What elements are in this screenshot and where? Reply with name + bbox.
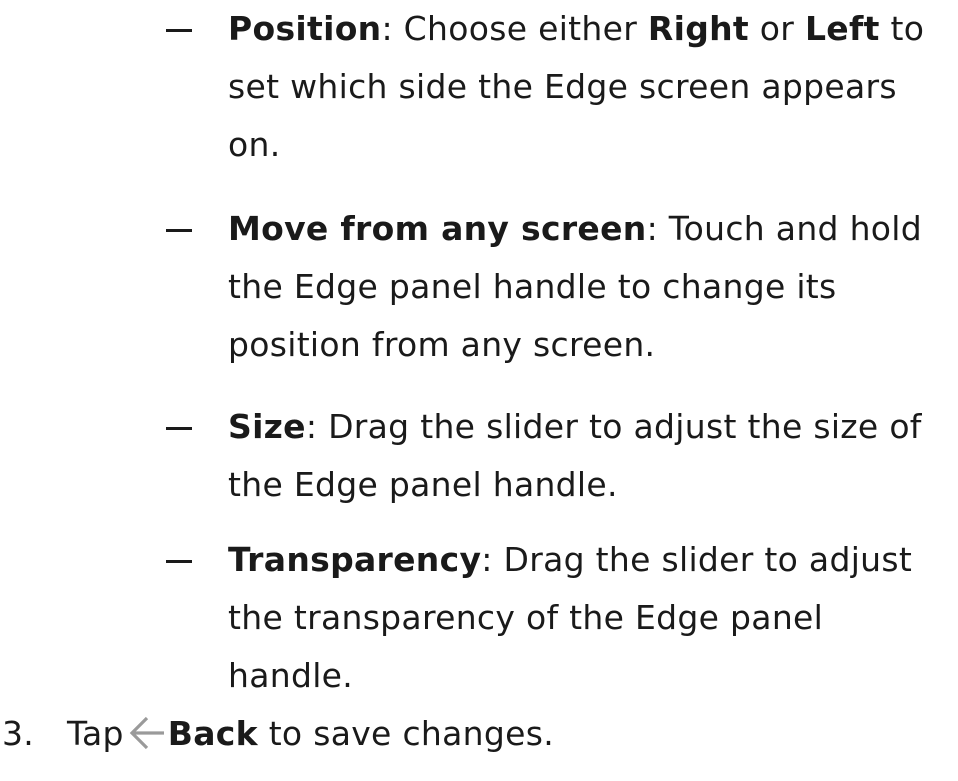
list-item-position: Position: Choose either Right or Left to… [160,0,950,174]
item-text: Position: Choose either Right or Left to… [228,0,950,174]
tap-word: Tap [67,714,124,753]
separator: : [481,540,493,579]
document-page: Position: Choose either Right or Left to… [0,0,958,781]
list-item-transparency: Transparency: Drag the slider to adjust … [160,531,950,705]
item-text: Transparency: Drag the slider to adjust … [228,531,950,705]
list-item-move-from-any-screen: Move from any screen: Touch and hold the… [160,200,950,374]
back-label: Back [167,714,258,753]
item-text: Size: Drag the slider to adjust the size… [228,398,950,514]
separator: : [305,407,318,446]
text-segment: to save changes. [257,714,554,753]
list-item-size: Size: Drag the slider to adjust the size… [160,398,950,514]
step-text: Tap Back to save changes. [67,705,554,763]
option-right: Right [647,9,750,48]
text-segment: Drag the slider to adjust the size of th… [228,407,922,504]
text-segment: Choose either [392,9,648,48]
term-transparency: Transparency [228,540,482,579]
item-text: Move from any screen: Touch and hold the… [228,200,950,374]
option-left: Left [804,9,880,48]
step-number: 3. [2,714,35,753]
separator: : [646,209,658,248]
term-position: Position [228,9,382,48]
back-arrow-icon [128,711,166,750]
separator: : [381,9,393,48]
term-size: Size [228,407,306,446]
term-move-from-any-screen: Move from any screen [228,209,647,248]
text-segment: or [749,9,805,48]
